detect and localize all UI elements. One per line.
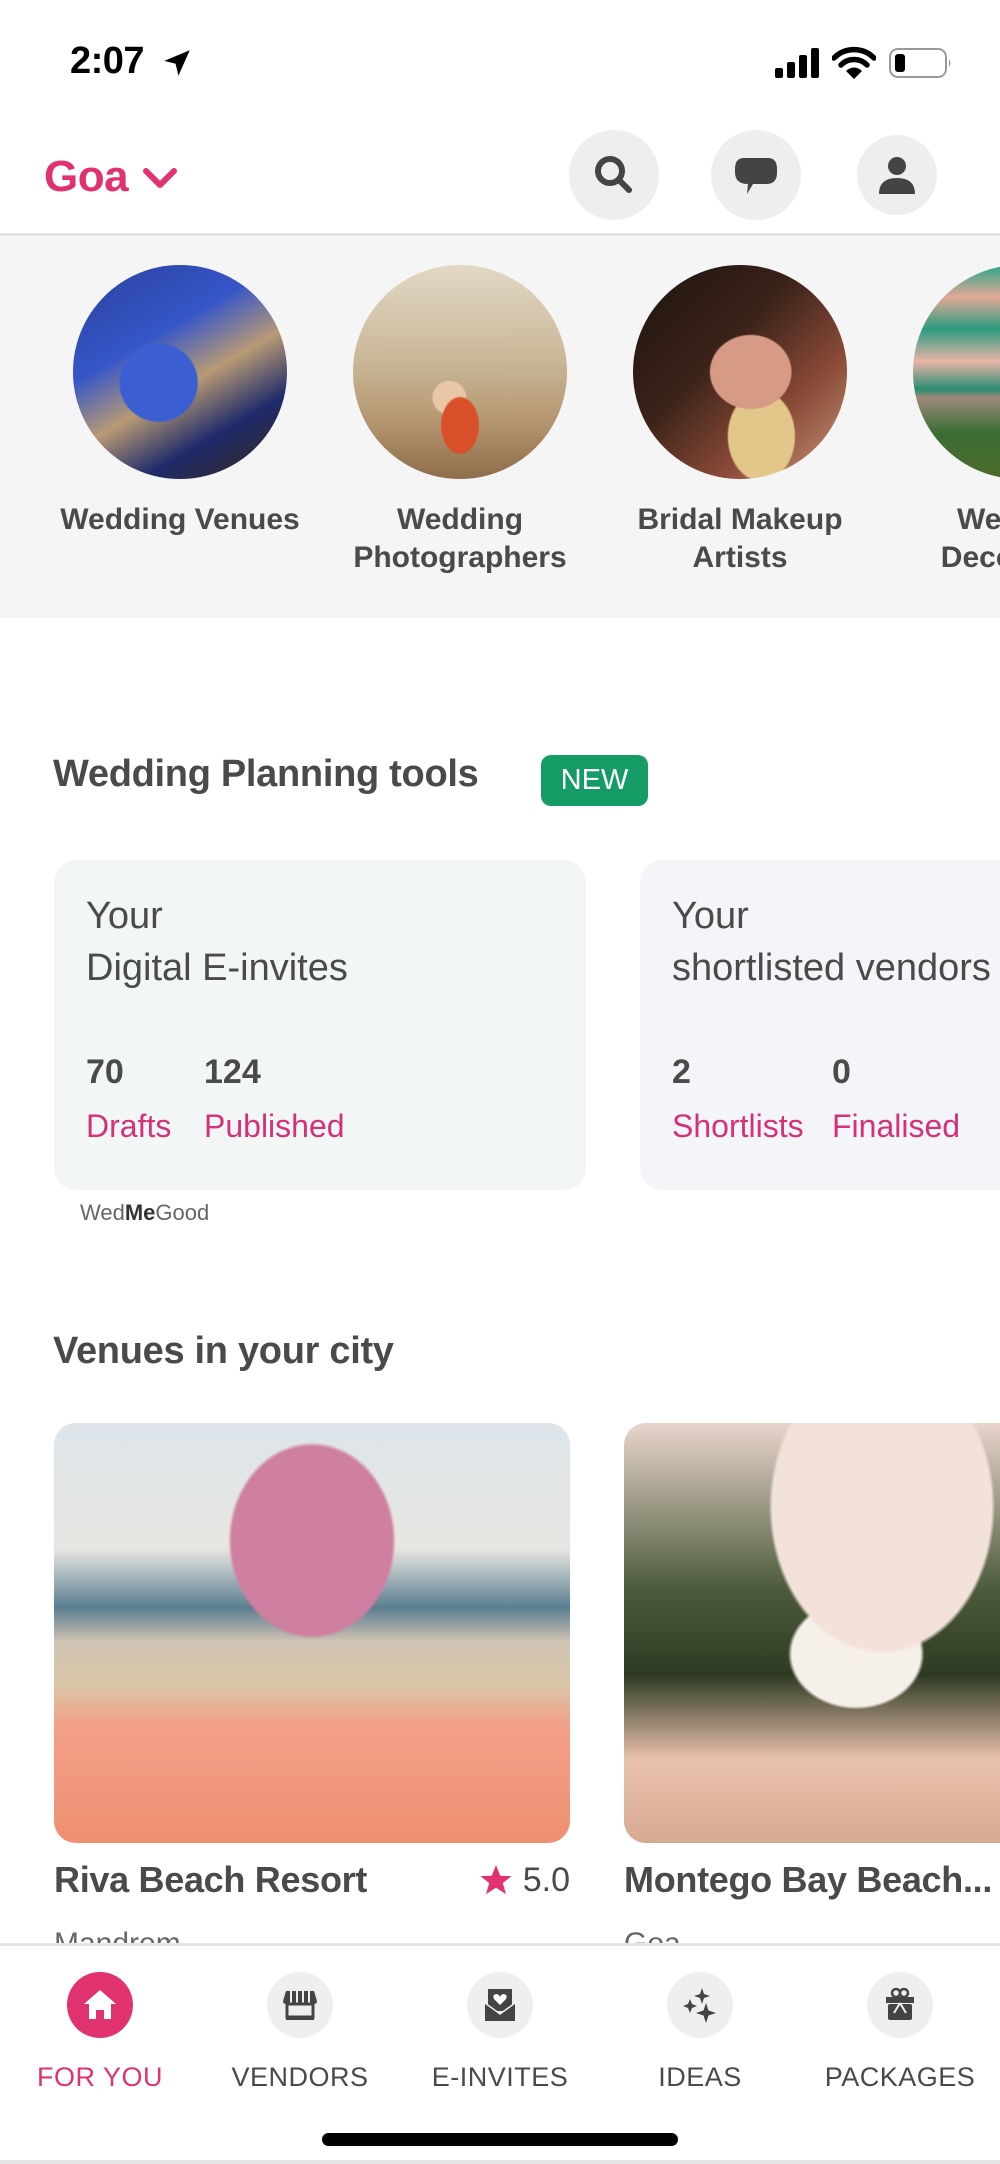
gift-icon: [886, 1987, 914, 2020]
nav-ideas[interactable]: IDEAS: [600, 1972, 800, 2093]
nav-label: FOR YOU: [36, 2062, 163, 2092]
venue-name: Riva Beach Resort: [54, 1859, 368, 1900]
wifi-icon: [832, 46, 876, 79]
category-bridal-makeup[interactable]: Bridal Makeup Artists: [610, 265, 870, 577]
nav-packages[interactable]: PACKAGES: [800, 1972, 1000, 2093]
star-icon: [480, 1865, 512, 1895]
stat-value: 70: [86, 1053, 124, 1091]
nav-label: IDEAS: [658, 2062, 742, 2092]
venues-image: [73, 265, 287, 479]
search-icon: [595, 156, 632, 193]
category-label: Wedding Venues: [60, 503, 300, 536]
stat-label: Shortlists: [672, 1108, 804, 1144]
stat-value: 0: [832, 1053, 851, 1091]
brand-prefix: Wed: [80, 1200, 125, 1225]
chat-icon: [735, 158, 777, 194]
stat-drafts[interactable]: 70 Drafts: [86, 1052, 176, 1146]
nav-vendors[interactable]: VENDORS: [200, 1972, 400, 2093]
venue-name: Montego Bay Beach...: [624, 1859, 993, 1900]
store-icon: [283, 1991, 317, 2020]
category-wedding-photographers[interactable]: Wedding Photographers: [330, 265, 590, 577]
decorators-image: [913, 265, 1000, 479]
nav-e-invites[interactable]: E-INVITES: [400, 1972, 600, 2093]
category-label: Bridal Makeup Artists: [637, 503, 843, 574]
category-label: Wedding Decorators: [940, 503, 1000, 574]
rating-value: 5.0: [522, 1860, 570, 1899]
photographers-image: [353, 265, 567, 479]
card-title-line2: shortlisted vendors: [672, 947, 991, 989]
card-title-line2: Digital E-invites: [86, 947, 348, 989]
battery-icon: [889, 48, 951, 78]
wedmegood-brand: WedMeGood: [80, 1200, 209, 1226]
search-button[interactable]: [569, 130, 659, 220]
stat-shortlists[interactable]: 2 Shortlists: [672, 1052, 804, 1146]
venue-image: [54, 1423, 570, 1843]
category-wedding-venues[interactable]: Wedding Venues: [50, 265, 310, 539]
venue-card[interactable]: Riva Beach Resort 5.0 Mandrem: [54, 1423, 570, 1961]
makeup-image: [633, 265, 847, 479]
city-name: Goa: [44, 152, 129, 201]
stat-value: 2: [672, 1053, 691, 1091]
stat-published[interactable]: 124 Published: [204, 1052, 345, 1146]
chat-button[interactable]: [711, 130, 801, 220]
vendor-categories-carousel[interactable]: Wedding Venues Wedding Photographers Bri…: [0, 237, 1000, 618]
card-title-line1: Your: [672, 895, 749, 937]
home-indicator[interactable]: [322, 2133, 678, 2146]
brand-suffix: Good: [155, 1200, 210, 1225]
stat-label: Finalised: [832, 1108, 961, 1144]
stat-finalised[interactable]: 0 Finalised: [832, 1052, 960, 1146]
planning-tools-title: Wedding Planning tools: [53, 753, 479, 795]
category-label: Wedding Photographers: [353, 503, 567, 574]
profile-button[interactable]: [857, 135, 937, 215]
nav-label: PACKAGES: [824, 2062, 976, 2092]
status-bar: 2:07: [0, 0, 1000, 110]
einvites-card[interactable]: Your Digital E-invites 70 Drafts 124 Pub…: [54, 860, 586, 1190]
card-title-line1: Your: [86, 895, 163, 937]
location-arrow-icon: [164, 50, 190, 76]
brand-bold: Me: [124, 1200, 156, 1225]
cellular-signal-icon: [775, 48, 819, 78]
nav-for-you[interactable]: FOR YOU: [0, 1972, 200, 2093]
stat-label: Published: [204, 1108, 345, 1144]
status-time: 2:07: [70, 40, 145, 82]
app-header: Goa: [0, 110, 1000, 236]
stat-label: Drafts: [86, 1108, 172, 1144]
venues-section-title: Venues in your city: [53, 1330, 394, 1372]
stat-value: 124: [204, 1053, 261, 1091]
city-selector[interactable]: Goa: [44, 152, 178, 202]
venue-image: [624, 1423, 1000, 1843]
new-badge: NEW: [541, 755, 648, 806]
shortlisted-vendors-card[interactable]: Your shortlisted vendors 2 Shortlists 0 …: [640, 860, 1000, 1190]
profile-icon: [879, 157, 915, 194]
home-icon: [84, 1990, 116, 2019]
chevron-down-icon: [143, 168, 178, 188]
venue-rating: 5.0: [479, 1861, 570, 1900]
sparkles-icon: [683, 1988, 716, 2023]
bottom-navigation: FOR YOU VENDORS E-INVITES IDEAS PACKAGES: [0, 1943, 1000, 2164]
nav-label: E-INVITES: [431, 2062, 569, 2092]
invite-envelope-icon: [484, 1989, 516, 2021]
category-wedding-decorators[interactable]: Wedding Decorators: [890, 265, 1000, 577]
venue-card[interactable]: Montego Bay Beach... Goa: [624, 1423, 1000, 1961]
nav-label: VENDORS: [231, 2062, 369, 2092]
